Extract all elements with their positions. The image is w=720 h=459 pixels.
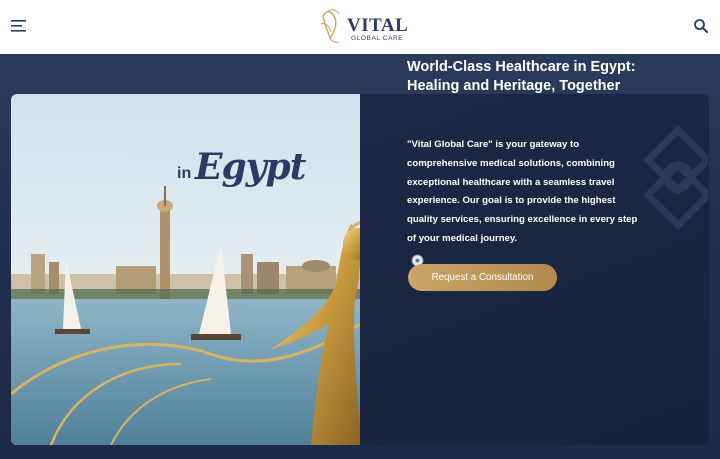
hero-title: World-Class Healthcare in Egypt: Healing… xyxy=(407,59,636,94)
site-logo[interactable]: VITAL GLOBAL CARE xyxy=(317,6,409,46)
logo-subtitle: GLOBAL CARE xyxy=(351,35,404,42)
hero-description: "Vital Global Care" is your gateway to c… xyxy=(407,139,638,244)
egypt-heading-word: Egypt xyxy=(195,146,306,188)
egypt-heading-prefix: in xyxy=(177,165,192,182)
request-consultation-button[interactable]: Request a Consultation xyxy=(408,264,557,291)
egypt-heading: in Egypt xyxy=(177,146,307,196)
site-header: VITAL GLOBAL CARE xyxy=(0,0,720,54)
search-icon[interactable] xyxy=(693,18,709,34)
logo-title: VITAL xyxy=(347,15,409,36)
menu-icon[interactable] xyxy=(10,17,28,35)
ornament-watermark-icon xyxy=(643,125,708,230)
